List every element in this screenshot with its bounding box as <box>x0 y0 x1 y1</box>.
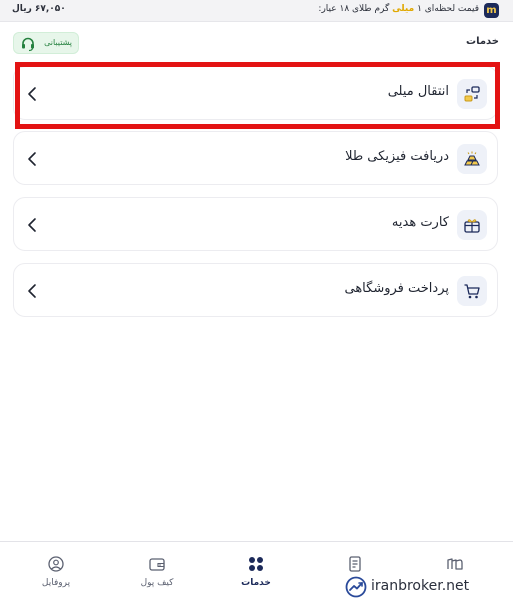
service-label: دریافت فیزیکی طلا <box>345 149 449 164</box>
ticker-text-before: قیمت لحظه‌ای ۱ <box>417 4 479 14</box>
wallet-icon <box>149 558 165 571</box>
chevron-left-icon <box>28 152 36 166</box>
service-card-gift-card[interactable]: کارت هدیه <box>13 197 498 251</box>
market-icon <box>447 558 463 570</box>
service-card-store-payment[interactable]: پرداخت فروشگاهی <box>13 263 498 317</box>
live-price-caption: قیمت لحظه‌ای ۱ میلی گرم طلای ۱۸ عیار: <box>318 4 479 14</box>
gift-card-icon-box <box>457 210 487 240</box>
chevron-left-icon <box>28 87 36 101</box>
service-label: کارت هدیه <box>391 215 449 230</box>
shopping-cart-icon-box <box>457 276 487 306</box>
service-card-transfer[interactable]: انتقال میلی <box>13 66 498 120</box>
shopping-cart-icon <box>464 284 480 299</box>
nav-item-profile[interactable]: پروفایل <box>11 542 101 611</box>
chevron-left-icon <box>28 284 36 298</box>
nav-label: خدمات <box>241 578 271 588</box>
nav-label: کیف پول <box>140 578 174 588</box>
page-title: خدمات <box>466 36 499 47</box>
app-logo: m <box>484 3 499 18</box>
watermark: iranbroker.net <box>345 575 485 599</box>
chart-trend-icon <box>345 576 367 598</box>
nav-item-wallet[interactable]: کیف پول <box>112 542 202 611</box>
support-button[interactable]: پشتیبانی <box>13 32 79 54</box>
document-icon <box>349 556 361 572</box>
service-label: پرداخت فروشگاهی <box>344 281 449 296</box>
headset-icon <box>22 37 34 52</box>
ticker-text-after: گرم طلای ۱۸ عیار: <box>318 4 390 14</box>
watermark-text: iranbroker.net <box>371 578 470 594</box>
service-label: انتقال میلی <box>387 84 449 99</box>
transfer-icon-box <box>457 79 487 109</box>
chevron-left-icon <box>28 218 36 232</box>
gold-price-value: ۶۷,۰۵۰ ریال <box>12 4 66 14</box>
service-card-physical-gold[interactable]: دریافت فیزیکی طلا <box>13 131 498 185</box>
profile-icon <box>48 556 64 572</box>
transfer-icon <box>464 86 480 102</box>
nav-item-services[interactable]: خدمات <box>211 542 301 611</box>
nav-label: پروفایل <box>41 578 71 588</box>
price-ticker-bar: m قیمت لحظه‌ای ۱ میلی گرم طلای ۱۸ عیار: … <box>0 0 513 22</box>
gold-bars-icon <box>464 151 480 166</box>
support-label: پشتیبانی <box>44 38 72 47</box>
services-grid-icon <box>249 557 263 571</box>
gold-bars-icon-box <box>457 144 487 174</box>
gift-card-icon <box>464 219 480 233</box>
ticker-text-highlight: میلی <box>392 4 415 14</box>
